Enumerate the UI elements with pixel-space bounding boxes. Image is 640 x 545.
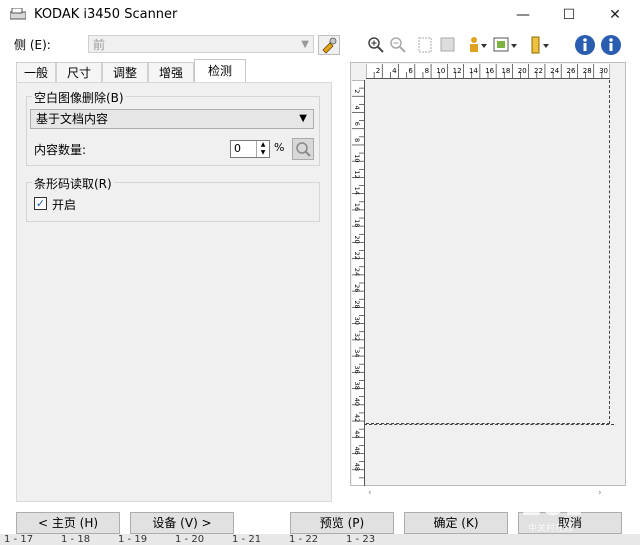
ruler-label: 34 (353, 349, 361, 357)
info-icon[interactable] (574, 34, 596, 56)
background-window-strip: 1 - 17 1 - 18 1 - 19 1 - 20 1 - 21 1 - 22 1 - … (0, 534, 640, 545)
ruler-label: 48 (353, 463, 361, 471)
blank-image-dropdown[interactable]: 基于文档内容 ▼ (30, 109, 314, 129)
ruler-label: 20 (518, 67, 527, 75)
ruler-label: 4 (392, 67, 397, 75)
barcode-legend: 条形码读取(R) (32, 175, 114, 192)
ruler-label: 14 (353, 187, 361, 195)
ruler-label: 26 (353, 284, 361, 292)
rotate-icon[interactable] (528, 34, 550, 56)
watermark-sub: 中关村在线 (528, 524, 574, 534)
horizontal-ruler: 2 4 6 8 10 12 14 16 18 20 22 24 26 28 30 (366, 64, 610, 79)
blank-image-legend: 空白图像删除(B) (32, 89, 126, 106)
content-amount-stepper[interactable]: 0 ▲ ▼ (230, 140, 270, 158)
background-cell: 1 - 22 (289, 534, 319, 545)
background-cell: 1 - 20 (175, 534, 205, 545)
ruler-label: 22 (534, 67, 543, 75)
ruler-label: 18 (501, 67, 510, 75)
ok-button[interactable]: 确定 (K) (404, 512, 508, 534)
zoom-in-icon[interactable] (366, 34, 386, 56)
maximize-button[interactable]: ☐ (546, 0, 592, 30)
side-label: 侧 (E): (14, 38, 51, 52)
ruler-label: 6 (353, 122, 361, 126)
ruler-label: 12 (353, 170, 361, 178)
preview-search-icon[interactable] (292, 138, 314, 160)
ruler-label: 8 (425, 67, 429, 75)
profile-icon[interactable] (466, 34, 488, 56)
ruler-label: 24 (353, 268, 361, 276)
scan-area[interactable] (366, 80, 610, 424)
settings-shortcut-icon[interactable] (318, 35, 340, 55)
ruler-label: 16 (485, 67, 494, 75)
ruler-label: 44 (353, 430, 361, 438)
ruler-label: 26 (567, 67, 576, 75)
background-cell: 1 - 21 (232, 534, 262, 545)
side-select[interactable]: 前 ▼ (88, 35, 314, 53)
ruler-label: 46 (353, 447, 361, 455)
ruler-label: 16 (353, 203, 361, 211)
background-cell: 1 - 23 (346, 534, 376, 545)
fit-page-icon[interactable] (416, 34, 436, 56)
tab-size[interactable]: 尺寸 (56, 62, 102, 82)
ruler-label: 38 (353, 382, 361, 390)
side-select-value: 前 (93, 38, 106, 52)
scan-area-bottom-edge (364, 424, 614, 425)
background-cell: 1 - 17 (4, 534, 34, 545)
ruler-label: 6 (408, 67, 413, 75)
minimize-button[interactable]: — (500, 0, 546, 30)
full-view-icon[interactable] (438, 34, 458, 56)
ruler-label: 30 (353, 317, 361, 325)
blank-image-dropdown-value: 基于文档内容 (36, 112, 109, 126)
tab-detect[interactable]: 检测 (194, 59, 246, 83)
home-button[interactable]: < 主页 (H) (16, 512, 120, 534)
vertical-scrollbar[interactable] (614, 80, 624, 484)
tab-general[interactable]: 一般 (16, 62, 56, 82)
ruler-label: 32 (353, 333, 361, 341)
ruler-label: 28 (353, 300, 361, 308)
ruler-label: 22 (353, 252, 361, 260)
watermark: ZOL (522, 492, 583, 522)
scroll-left-arrow-icon[interactable]: ‹ (368, 488, 372, 498)
chevron-down-icon: ▼ (301, 39, 309, 50)
ruler-label: 40 (353, 398, 361, 406)
tab-adjust[interactable]: 调整 (102, 62, 148, 82)
device-button[interactable]: 设备 (V) > (130, 512, 234, 534)
ruler-label: 12 (453, 67, 462, 75)
vertical-ruler: 2468101214161820222426283032343638404244… (352, 80, 365, 486)
close-button[interactable]: ✕ (592, 0, 638, 30)
percent-unit: % (274, 141, 285, 154)
barcode-checkbox-label: 开启 (52, 198, 77, 212)
ruler-label: 10 (353, 154, 361, 162)
ruler-label: 42 (353, 414, 361, 422)
ruler-label: 10 (436, 67, 445, 75)
zoom-out-icon[interactable] (388, 34, 408, 56)
window-title: KODAK i3450 Scanner (34, 7, 178, 22)
ruler-label: 2 (376, 67, 380, 75)
ruler-label: 36 (353, 365, 361, 373)
layout-icon[interactable] (492, 34, 518, 56)
ruler-label: 24 (550, 67, 559, 75)
content-amount-label: 内容数量: (34, 143, 87, 157)
scanner-icon (10, 8, 26, 20)
ruler-label: 2 (353, 89, 361, 93)
background-cell: 1 - 18 (61, 534, 91, 545)
barcode-checkbox[interactable]: ✓ (34, 197, 47, 210)
ruler-label: 28 (583, 67, 592, 75)
chevron-down-icon: ▼ (299, 113, 307, 124)
content-amount-value: 0 (234, 142, 241, 155)
help-icon[interactable] (600, 34, 622, 56)
ruler-label: 14 (469, 67, 478, 75)
ruler-label: 18 (353, 219, 361, 227)
preview-button[interactable]: 预览 (P) (290, 512, 394, 534)
background-cell: 1 - 19 (118, 534, 148, 545)
ruler-label: 30 (599, 67, 608, 75)
scroll-right-arrow-icon[interactable]: › (598, 488, 602, 498)
tab-enhance[interactable]: 增强 (148, 62, 194, 82)
ruler-label: 20 (353, 235, 361, 243)
ruler-label: 8 (353, 138, 361, 142)
title-bar: KODAK i3450 Scanner — ☐ ✕ (0, 0, 640, 30)
stepper-arrows-icon[interactable]: ▲ ▼ (256, 141, 269, 157)
ruler-label: 4 (353, 105, 361, 109)
